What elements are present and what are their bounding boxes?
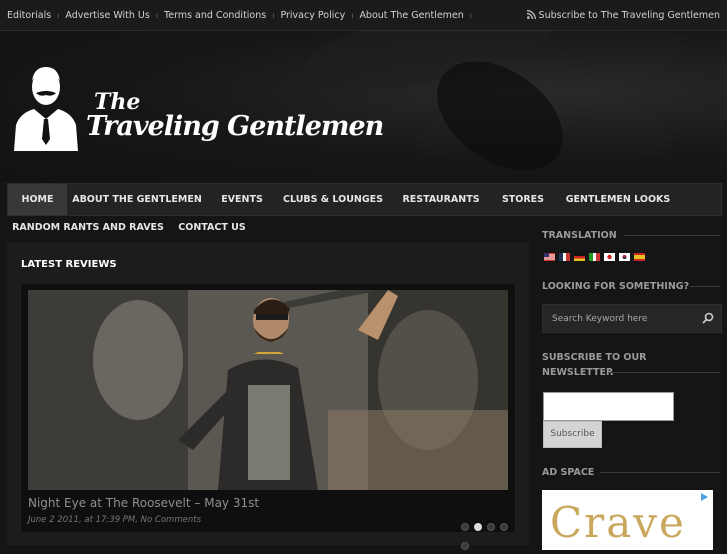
separator: ı bbox=[57, 11, 60, 20]
divider bbox=[624, 235, 720, 236]
kr-flag-icon[interactable] bbox=[619, 253, 630, 261]
subscribe-button[interactable]: Subscribe bbox=[543, 421, 602, 448]
main-nav-row-2: RANDOM RANTS AND RAVES CONTACT US bbox=[7, 215, 532, 241]
jp-flag-icon[interactable] bbox=[604, 253, 615, 261]
fr-flag-icon[interactable] bbox=[559, 253, 570, 261]
gentleman-logo-icon[interactable] bbox=[12, 63, 80, 151]
review-slider[interactable]: Night Eye at The Roosevelt – May 31st Ju… bbox=[21, 284, 515, 550]
rss-icon bbox=[526, 10, 536, 19]
es-flag-icon[interactable] bbox=[634, 253, 645, 261]
nav-clubs-lounges[interactable]: CLUBS & LOUNGES bbox=[277, 184, 389, 215]
main-content: LATEST REVIEWS Night Eye at The Roosevel… bbox=[7, 243, 529, 550]
search-title-text: LOOKING FOR SOMETHING? bbox=[542, 281, 690, 292]
nav-events[interactable]: EVENTS bbox=[207, 184, 277, 215]
nav-random-rants[interactable]: RANDOM RANTS AND RAVES bbox=[7, 215, 169, 241]
top-link-privacy[interactable]: Privacy Policy bbox=[280, 10, 345, 21]
slide-caption[interactable]: Night Eye at The Roosevelt – May 31st bbox=[28, 496, 259, 510]
search-input[interactable] bbox=[550, 312, 694, 326]
main-nav: HOME ABOUT THE GENTLEMEN EVENTS CLUBS & … bbox=[7, 183, 722, 216]
divider bbox=[608, 372, 720, 373]
divider bbox=[600, 472, 720, 473]
top-links: Editorials ı Advertise With Us ı Terms and C… bbox=[7, 10, 478, 21]
separator: ı bbox=[351, 11, 354, 20]
slider-dot[interactable] bbox=[487, 523, 495, 531]
de-flag-icon[interactable] bbox=[574, 253, 585, 261]
it-flag-icon[interactable] bbox=[589, 253, 600, 261]
top-link-about[interactable]: About The Gentlemen bbox=[359, 10, 463, 21]
ad-banner[interactable]: Crave bbox=[542, 490, 713, 550]
nav-contact-us[interactable]: CONTACT US bbox=[169, 215, 255, 241]
search-box bbox=[542, 304, 722, 333]
slider-dot[interactable] bbox=[461, 542, 469, 550]
translation-title-text: TRANSLATION bbox=[542, 230, 617, 241]
site-header: The Traveling Gentlemen bbox=[0, 31, 727, 183]
search-widget-title: LOOKING FOR SOMETHING? bbox=[542, 279, 720, 294]
newsletter-widget-title: SUBSCRIBE TO OUR NEWSLETTER bbox=[542, 350, 720, 380]
ad-banner-text: Crave bbox=[550, 498, 686, 547]
newsletter-title-line-1: SUBSCRIBE TO OUR bbox=[542, 352, 647, 363]
site-logo-text[interactable]: The Traveling Gentlemen bbox=[86, 89, 384, 159]
nav-stores[interactable]: STORES bbox=[493, 184, 553, 215]
nav-gentlemen-looks[interactable]: GENTLEMEN LOOKS bbox=[553, 184, 683, 215]
subscribe-label: Subscribe to The Traveling Gentlemen bbox=[538, 10, 720, 21]
slider-dot[interactable] bbox=[500, 523, 508, 531]
section-title: LATEST REVIEWS bbox=[21, 259, 117, 270]
us-flag-icon[interactable] bbox=[544, 253, 555, 261]
newsletter-email-field[interactable] bbox=[543, 392, 674, 421]
adchoices-icon[interactable] bbox=[699, 492, 709, 502]
translation-widget-title: TRANSLATION bbox=[542, 228, 720, 243]
ad-widget-title: AD SPACE bbox=[542, 465, 720, 480]
search-icon[interactable] bbox=[701, 311, 715, 325]
slide-image[interactable] bbox=[28, 290, 508, 490]
top-link-advertise[interactable]: Advertise With Us bbox=[65, 10, 149, 21]
ad-title-text: AD SPACE bbox=[542, 467, 595, 478]
separator: ı bbox=[272, 11, 275, 20]
slide-meta: June 2 2011, at 17:39 PM, No Comments bbox=[28, 515, 201, 525]
logo-line-2: Traveling Gentlemen bbox=[86, 111, 384, 142]
slider-dot[interactable] bbox=[461, 523, 469, 531]
slider-dot-active[interactable] bbox=[474, 523, 482, 531]
subscribe-link[interactable]: Subscribe to The Traveling Gentlemen bbox=[526, 10, 720, 21]
nav-restaurants[interactable]: RESTAURANTS bbox=[389, 184, 493, 215]
separator: ı bbox=[155, 11, 159, 20]
top-link-editorials[interactable]: Editorials bbox=[7, 10, 51, 21]
divider bbox=[690, 286, 720, 287]
nav-about-the-gentlemen[interactable]: ABOUT THE GENTLEMEN bbox=[67, 184, 207, 215]
language-flags bbox=[544, 253, 649, 272]
separator: ı bbox=[469, 11, 473, 20]
top-bar: Editorials ı Advertise With Us ı Terms and C… bbox=[0, 0, 727, 31]
slider-dots bbox=[461, 516, 515, 554]
nav-home[interactable]: HOME bbox=[8, 184, 67, 215]
top-link-terms[interactable]: Terms and Conditions bbox=[164, 10, 266, 21]
